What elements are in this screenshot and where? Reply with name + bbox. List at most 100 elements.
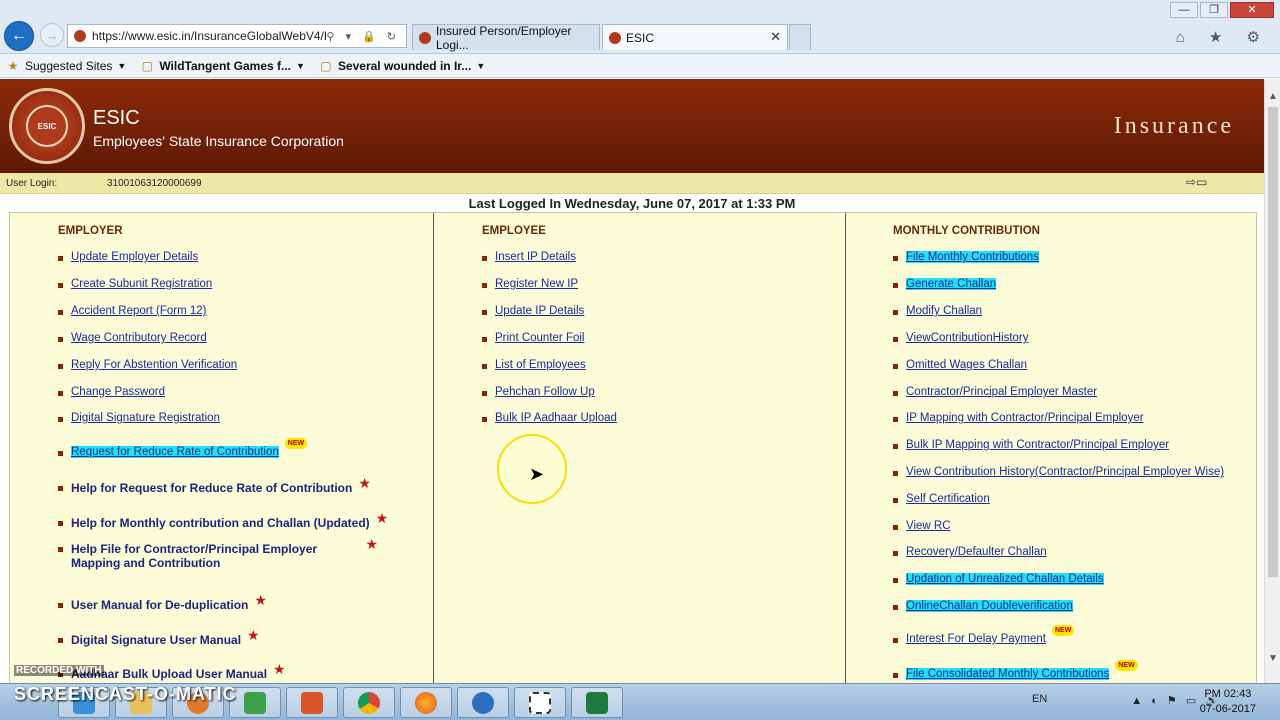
- new-tab-button[interactable]: [789, 24, 811, 50]
- menu-item[interactable]: Recovery/Defaulter Challan: [893, 546, 1047, 558]
- scroll-up-icon[interactable]: ▲: [1268, 91, 1278, 102]
- menu-item-link[interactable]: Digital Signature User Manual: [71, 633, 241, 647]
- menu-item[interactable]: Request for Reduce Rate of Contribution N…: [58, 438, 308, 458]
- menu-item-link[interactable]: Reply For Abstention Verification: [71, 359, 237, 371]
- back-button[interactable]: ←: [4, 21, 34, 51]
- menu-item[interactable]: Self Certification: [893, 493, 990, 505]
- menu-item-link[interactable]: Create Subunit Registration: [71, 278, 212, 290]
- menu-item-link[interactable]: Help for Monthly contribution and Challa…: [71, 516, 370, 530]
- menu-item-link[interactable]: Wage Contributory Record: [71, 332, 207, 344]
- menu-item-link[interactable]: File Consolidated Monthly Contributions: [906, 668, 1110, 680]
- clock[interactable]: PM 02:43 07-06-2017: [1200, 687, 1256, 717]
- menu-item[interactable]: View RC: [893, 520, 951, 532]
- address-bar-icons[interactable]: ⚲ ▾ 🔒 ↻: [326, 30, 406, 43]
- menu-item-link[interactable]: IP Mapping with Contractor/Principal Emp…: [906, 412, 1144, 424]
- menu-item-link[interactable]: Update Employer Details: [71, 251, 198, 263]
- language-indicator[interactable]: EN: [1032, 693, 1047, 705]
- menu-item[interactable]: View Contribution History(Contractor/Pri…: [893, 466, 1224, 478]
- menu-item[interactable]: Bulk IP Mapping with Contractor/Principa…: [893, 439, 1169, 451]
- menu-item[interactable]: List of Employees: [482, 359, 586, 371]
- menu-item[interactable]: File Consolidated Monthly Contributions N…: [893, 660, 1138, 680]
- taskbar-chrome[interactable]: [343, 687, 395, 718]
- home-favorites-settings-icons[interactable]: ⌂ ★ ⚙: [1176, 28, 1270, 46]
- menu-item[interactable]: File Monthly Contributions: [893, 251, 1039, 263]
- minimize-button[interactable]: —: [1170, 2, 1198, 18]
- menu-item-link[interactable]: Bulk IP Aadhaar Upload: [495, 412, 617, 424]
- menu-item-link[interactable]: Insert IP Details: [495, 251, 576, 263]
- menu-item[interactable]: Contractor/Principal Employer Master: [893, 386, 1097, 398]
- menu-item[interactable]: Reply For Abstention Verification: [58, 359, 237, 371]
- forward-button[interactable]: →: [40, 23, 64, 47]
- favorite-wildtangent[interactable]: ▢ WildTangent Games f... ▼: [140, 59, 305, 73]
- menu-item-link[interactable]: View RC: [906, 520, 951, 532]
- menu-item-link[interactable]: Updation of Unrealized Challan Details: [906, 573, 1104, 585]
- menu-item[interactable]: Register New IP: [482, 278, 578, 290]
- menu-item-link[interactable]: Print Counter Foil: [495, 332, 584, 344]
- menu-item-link[interactable]: Modify Challan: [906, 305, 982, 317]
- menu-item-link[interactable]: Register New IP: [495, 278, 578, 290]
- menu-item[interactable]: Help for Request for Reduce Rate of Cont…: [58, 475, 371, 495]
- menu-item[interactable]: Pehchan Follow Up: [482, 386, 595, 398]
- menu-item-link[interactable]: Bulk IP Mapping with Contractor/Principa…: [906, 439, 1169, 451]
- menu-item[interactable]: Insert IP Details: [482, 251, 576, 263]
- address-bar[interactable]: https://www.esic.in/InsuranceGlobalWebV4…: [67, 24, 407, 48]
- menu-item[interactable]: Update IP Details: [482, 305, 584, 317]
- menu-item-link[interactable]: View Contribution History(Contractor/Pri…: [906, 466, 1224, 478]
- tab-esic[interactable]: ESIC ✕: [602, 24, 788, 50]
- taskbar-firefox[interactable]: [400, 687, 452, 718]
- menu-item[interactable]: Print Counter Foil: [482, 332, 584, 344]
- menu-item[interactable]: Updation of Unrealized Challan Details: [893, 573, 1104, 585]
- menu-item-link[interactable]: Interest For Delay Payment: [906, 633, 1046, 645]
- menu-item-link[interactable]: Change Password: [71, 386, 165, 398]
- scroll-down-icon[interactable]: ▼: [1268, 653, 1278, 664]
- menu-item[interactable]: ViewContributionHistory: [893, 332, 1029, 344]
- close-button[interactable]: ✕: [1230, 2, 1274, 18]
- menu-item[interactable]: Create Subunit Registration: [58, 278, 212, 290]
- menu-item-link[interactable]: Pehchan Follow Up: [495, 386, 595, 398]
- menu-item-link[interactable]: Omitted Wages Challan: [906, 359, 1027, 371]
- menu-item-link[interactable]: ViewContributionHistory: [906, 332, 1029, 344]
- menu-item-link[interactable]: Help File for Contractor/Principal Emplo…: [71, 542, 359, 570]
- logout-icon[interactable]: ⇨▭: [1186, 175, 1207, 189]
- taskbar-excel[interactable]: [571, 687, 623, 718]
- menu-item[interactable]: IP Mapping with Contractor/Principal Emp…: [893, 412, 1144, 424]
- taskbar-snipping[interactable]: [514, 687, 566, 718]
- maximize-button[interactable]: ❐: [1200, 2, 1228, 18]
- taskbar-browser[interactable]: [457, 687, 509, 718]
- menu-item[interactable]: Help File for Contractor/Principal Emplo…: [58, 536, 378, 570]
- menu-item[interactable]: Change Password: [58, 386, 165, 398]
- menu-item[interactable]: Update Employer Details: [58, 251, 198, 263]
- menu-item-link[interactable]: OnlineChallan Doubleverification: [906, 600, 1073, 612]
- tab-close-icon[interactable]: ✕: [770, 29, 781, 45]
- menu-item-link[interactable]: Contractor/Principal Employer Master: [906, 386, 1097, 398]
- menu-item-link[interactable]: Help for Request for Reduce Rate of Cont…: [71, 481, 352, 495]
- menu-item[interactable]: Accident Report (Form 12): [58, 305, 207, 317]
- menu-item[interactable]: User Manual for De-duplication ★: [58, 592, 267, 612]
- menu-item-link[interactable]: User Manual for De-duplication: [71, 598, 248, 612]
- menu-item-link[interactable]: Recovery/Defaulter Challan: [906, 546, 1047, 558]
- menu-item-link[interactable]: Request for Reduce Rate of Contribution: [71, 446, 279, 458]
- menu-item[interactable]: Digital Signature Registration: [58, 412, 220, 424]
- menu-item[interactable]: Bulk IP Aadhaar Upload: [482, 412, 617, 424]
- menu-item-link[interactable]: Generate Challan: [906, 278, 997, 290]
- menu-item[interactable]: Wage Contributory Record: [58, 332, 207, 344]
- taskbar-app[interactable]: [286, 687, 338, 718]
- menu-item[interactable]: Modify Challan: [893, 305, 982, 317]
- menu-item-link[interactable]: List of Employees: [495, 359, 586, 371]
- menu-item[interactable]: Omitted Wages Challan: [893, 359, 1027, 371]
- favorite-several-wounded[interactable]: ▢ Several wounded in Ir... ▼: [319, 59, 485, 73]
- menu-item[interactable]: Digital Signature User Manual ★: [58, 627, 260, 647]
- menu-item[interactable]: Help for Monthly contribution and Challa…: [58, 510, 388, 530]
- scrollbar-thumb[interactable]: [1268, 107, 1278, 577]
- favorite-suggested-sites[interactable]: ★ Suggested Sites ▼: [6, 59, 127, 73]
- menu-item-link[interactable]: Digital Signature Registration: [71, 412, 220, 424]
- menu-item[interactable]: Interest For Delay Payment NEW: [893, 625, 1075, 645]
- menu-item-link[interactable]: Self Certification: [906, 493, 990, 505]
- page-scrollbar[interactable]: ▲ ▼: [1264, 79, 1280, 683]
- tab-insured-person-login[interactable]: Insured Person/Employer Logi...: [412, 24, 600, 52]
- menu-item-link[interactable]: Update IP Details: [495, 305, 584, 317]
- menu-item-link[interactable]: Accident Report (Form 12): [71, 305, 207, 317]
- menu-item[interactable]: OnlineChallan Doubleverification: [893, 600, 1073, 612]
- menu-item[interactable]: Generate Challan: [893, 278, 997, 290]
- menu-item-link[interactable]: File Monthly Contributions: [906, 251, 1039, 263]
